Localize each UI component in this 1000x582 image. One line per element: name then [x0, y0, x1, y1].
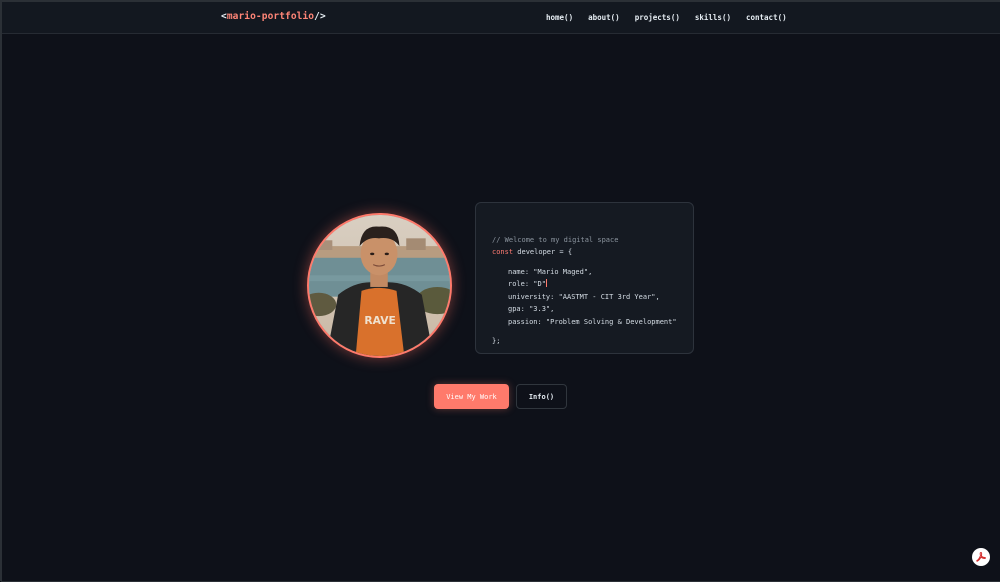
code-declaration-rest: developer = { [513, 248, 573, 256]
logo-name: mario-portfolio [226, 11, 315, 22]
nav-link-about[interactable]: about() [588, 13, 620, 22]
logo-suffix: /> [314, 11, 326, 22]
page: <mario-portfolio/> home() about() projec… [2, 2, 1000, 581]
code-comment: // Welcome to my digital space [492, 235, 619, 244]
code-declaration: const developer = { [492, 246, 693, 259]
view-my-work-button[interactable]: View My Work [434, 384, 509, 409]
code-keyword: const [492, 248, 514, 256]
profile-avatar: RAVE [307, 213, 452, 358]
code-university-line: university: "AASTMT - CIT 3rd Year", [508, 292, 660, 301]
code-gpa-line: gpa: "3.3", [508, 305, 555, 313]
code-close: }; [492, 337, 501, 345]
site-logo[interactable]: <mario-portfolio/> [221, 11, 326, 22]
info-button[interactable]: Info() [516, 384, 567, 409]
svg-text:RAVE: RAVE [364, 314, 395, 327]
code-card: // Welcome to my digital space const deve… [475, 202, 694, 354]
code-name-line: name: "Mario Maged", [508, 267, 593, 276]
typing-cursor [545, 279, 547, 287]
nav-link-home[interactable]: home() [546, 13, 573, 22]
code-passion-line: passion: "Problem Solving & Development" [508, 317, 677, 326]
code-role-line: role: "D" [492, 278, 693, 291]
code-role-text: role: "D" [508, 280, 546, 288]
nav-links: home() about() projects() skills() conta… [546, 13, 787, 22]
nav-link-skills[interactable]: skills() [695, 13, 731, 22]
nav-link-contact[interactable]: contact() [746, 13, 787, 22]
pdf-icon[interactable] [972, 548, 990, 566]
nav-link-projects[interactable]: projects() [635, 13, 680, 22]
navbar: <mario-portfolio/> home() about() projec… [2, 2, 1000, 34]
pdf-glyph-icon [976, 552, 986, 562]
avatar-photo: RAVE [309, 215, 450, 356]
